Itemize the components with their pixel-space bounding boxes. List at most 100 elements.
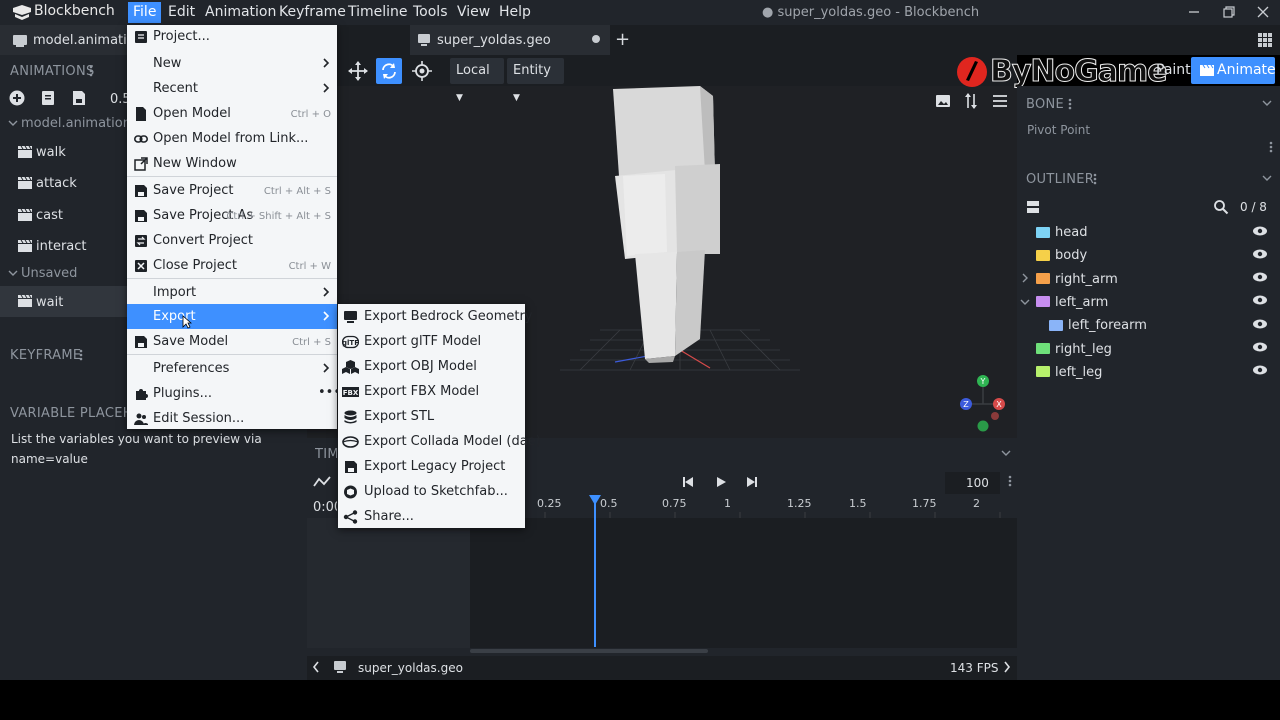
keyframe-menu-icon[interactable] [78,348,84,362]
visibility-eye-icon[interactable] [1252,342,1268,352]
timeline-menu-icon[interactable] [1007,474,1013,488]
visibility-eye-icon[interactable] [1252,226,1268,236]
outliner-menu-icon[interactable] [1092,172,1098,186]
menu-animation[interactable]: Animation [200,2,281,23]
svg-text:Z: Z [963,400,969,409]
paint-mode-button[interactable]: Paint [1156,62,1191,78]
axis-gizmo[interactable]: Y X Z [955,372,1010,432]
tab-animation-file-label: model.animation.json [33,33,130,48]
pivot-menu-icon[interactable] [1268,140,1274,154]
visibility-eye-icon[interactable] [1252,249,1268,259]
menu-tools[interactable]: Tools [408,2,453,23]
status-file-name: super_yoldas.geo [358,661,463,675]
menu-item-label: Convert Project [153,233,254,248]
add-animation-icon[interactable] [9,90,25,106]
menu-view[interactable]: View [452,2,495,23]
axis-view-icon[interactable] [963,92,979,110]
graph-editor-icon[interactable] [313,475,331,489]
timeline-tick: 1.75 [912,497,937,510]
save-icon [342,460,359,474]
dropdown-caret-icon: ▼ [456,93,463,103]
close-window-icon[interactable] [1254,4,1272,20]
pivot-tool-icon[interactable] [409,58,435,84]
skip-back-icon[interactable] [682,476,694,488]
chevron-down-icon[interactable] [8,268,18,278]
save-animation-icon[interactable] [71,90,87,106]
minimize-icon[interactable] [1185,4,1203,20]
unsaved-group[interactable]: Unsaved [21,266,77,281]
chevron-down-icon[interactable] [1020,297,1030,307]
chevron-left-icon[interactable] [312,661,320,673]
space-select-value: Local [456,63,490,78]
blockbench-logo-icon [12,4,32,21]
chevron-down-icon[interactable] [1001,448,1011,458]
animation-file-group[interactable]: model.animation.json [21,116,127,131]
grid-menu-icon[interactable] [1257,32,1273,48]
menu-item-shortcut: Ctrl + W [288,261,331,272]
search-icon[interactable] [1213,199,1229,215]
menu-item-label: New Window [153,156,237,171]
menu-item-label: Plugins... [153,386,212,401]
export-item-label: Export Bedrock Geometry [364,309,533,324]
chevron-down-icon[interactable] [8,118,18,128]
bedrock-file-icon [342,310,359,324]
animations-menu-icon[interactable] [88,64,94,78]
visibility-eye-icon[interactable] [1252,295,1268,305]
character-model[interactable] [605,84,730,364]
restore-icon[interactable] [1220,4,1238,20]
menu-item-label: Save Project [153,183,234,198]
space-select[interactable]: Local ▼ [450,58,504,103]
playhead-handle-icon[interactable] [588,494,602,506]
add-group-icon[interactable] [1026,200,1040,214]
rotate-tool-icon[interactable] [376,58,402,84]
menu-item-label: Recent [153,81,198,96]
cubes-icon [342,360,359,374]
submenu-arrow-icon [322,363,330,373]
move-tool-icon[interactable] [345,58,371,84]
chevron-down-icon[interactable] [1262,98,1272,108]
play-icon[interactable] [715,476,727,488]
menu-item-shortcut: Ctrl + S [292,337,331,348]
chevron-down-icon[interactable] [1262,173,1272,183]
export-item-label: Share... [364,509,414,524]
submenu-arrow-icon [322,287,330,297]
menu-file[interactable]: File [128,2,162,23]
timeline-scrollbar[interactable] [470,649,708,653]
timeline-playhead[interactable] [594,495,596,647]
clapperboard-icon [1199,64,1215,77]
menu-keyframe[interactable]: Keyframe [274,2,351,23]
visibility-eye-icon[interactable] [1252,365,1268,375]
outliner-panel-title: OUTLINER [1026,172,1095,187]
menu-item-shortcut: Ctrl + Shift + Alt + S [226,211,331,222]
animation-label: walk [36,145,66,160]
visibility-eye-icon[interactable] [1252,272,1268,282]
bone-menu-icon[interactable] [1067,97,1073,111]
gltf-icon: glTF [342,335,359,349]
pivot-select[interactable]: Entity ▼ [507,58,564,103]
chevron-right-icon[interactable] [1020,273,1030,283]
menu-edit[interactable]: Edit [163,2,200,23]
pivot-select-value: Entity [513,63,551,78]
skip-forward-icon[interactable] [746,476,758,488]
share-icon [342,510,359,524]
clapperboard-icon [17,208,33,222]
menu-item-label: Edit Session... [153,411,245,426]
visibility-eye-icon[interactable] [1252,319,1268,329]
menu-item-label: Open Model [153,106,231,121]
menu-separator [127,354,337,355]
viewport-menu-icon[interactable] [992,94,1008,108]
menu-item-label: Import [153,285,197,300]
folder-icon [1036,273,1050,284]
new-tab-button[interactable]: + [615,29,630,50]
outliner-label: right_arm [1055,272,1118,287]
screenshot-icon[interactable] [935,93,951,109]
submenu-arrow-icon [322,311,330,321]
close-icon [134,259,148,273]
unsaved-dot-icon[interactable] [592,35,600,43]
menu-help[interactable]: Help [494,2,536,23]
timeline-keyframe-area[interactable] [470,518,1017,648]
menu-timeline[interactable]: Timeline [343,2,413,23]
outliner-label: left_leg [1055,365,1103,380]
chevron-right-icon[interactable] [1003,661,1011,673]
load-animation-icon[interactable] [40,90,56,106]
